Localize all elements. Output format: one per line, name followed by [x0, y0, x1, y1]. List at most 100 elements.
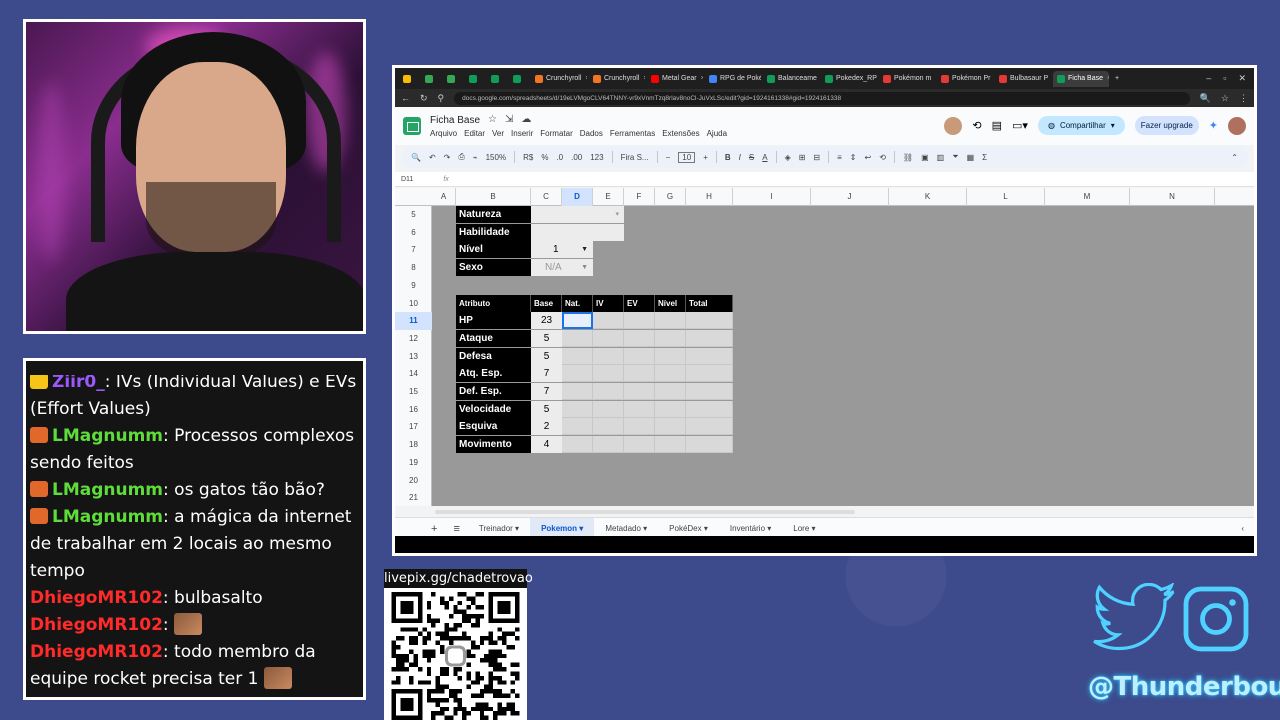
browser-tab[interactable]: RPG de Poké× — [705, 71, 761, 87]
browser-tab[interactable]: Pokémon Pr× — [937, 71, 993, 87]
attribute-value-cell[interactable] — [593, 383, 624, 400]
row-header[interactable]: 14 — [395, 365, 432, 383]
browser-tab[interactable]: Balanceame× — [763, 71, 819, 87]
attribute-base[interactable]: 23 — [531, 312, 562, 330]
column-header[interactable]: K — [889, 188, 967, 206]
functions-icon[interactable]: Σ — [982, 153, 987, 162]
row-header[interactable]: 19 — [395, 454, 432, 472]
attribute-value-cell[interactable] — [562, 418, 593, 436]
share-button[interactable]: ◍ Compartilhar ▾ — [1037, 116, 1125, 135]
tab-close-icon[interactable]: × — [585, 75, 587, 82]
meet-icon[interactable]: ▭▾ — [1012, 119, 1028, 132]
sheet-grid[interactable]: ABCDEFGHIJKLMN 5 6 7 8 9 10 11 12 13 14 15 16 17 18 19… — [395, 188, 1254, 506]
filter-icon[interactable]: ⏷ — [952, 152, 958, 162]
attribute-value-cell[interactable] — [624, 400, 655, 418]
align-icon[interactable]: ≡ — [837, 153, 842, 162]
chat-username[interactable]: LMagnumm — [52, 426, 163, 446]
attribute-value-cell[interactable] — [686, 365, 733, 383]
menu-item[interactable]: Ver — [492, 129, 504, 138]
menu-item[interactable]: Ferramentas — [610, 129, 655, 138]
attribute-value-cell[interactable] — [655, 312, 686, 330]
attribute-value-cell[interactable] — [624, 436, 655, 454]
decrease-decimal[interactable]: .0 — [556, 153, 563, 162]
attribute-value-cell[interactable] — [593, 312, 624, 330]
attribute-value-cell[interactable] — [655, 436, 686, 454]
bookmark-icon[interactable]: ☆ — [1221, 93, 1229, 104]
attribute-value-cell[interactable] — [686, 329, 733, 347]
filter-views-icon[interactable]: ▦ — [967, 153, 975, 162]
browser-tab[interactable] — [443, 71, 463, 87]
column-header[interactable]: M — [1045, 188, 1130, 206]
undo-icon[interactable]: ↶ — [429, 153, 436, 162]
row-header[interactable]: 17 — [395, 418, 432, 436]
attribute-base[interactable]: 2 — [531, 418, 562, 436]
more-formats[interactable]: 123 — [590, 153, 603, 162]
attribute-value-cell[interactable] — [624, 329, 655, 347]
link-icon[interactable]: ⛓ — [903, 153, 913, 162]
all-sheets-icon[interactable]: ≡ — [445, 523, 467, 535]
attribute-value-cell[interactable] — [562, 329, 593, 347]
italic-icon[interactable]: I — [739, 153, 741, 162]
browser-tab[interactable] — [465, 71, 485, 87]
close-window-icon[interactable]: ✕ — [1238, 73, 1246, 84]
site-info-icon[interactable]: ⚲ — [438, 93, 445, 104]
browser-tab[interactable] — [399, 71, 419, 87]
attribute-value-cell[interactable] — [593, 365, 624, 383]
scroll-tabs-icon[interactable]: ‹ — [1241, 524, 1254, 533]
maximize-icon[interactable]: ▫ — [1223, 73, 1226, 84]
attribute-value-cell[interactable] — [593, 329, 624, 347]
chat-username[interactable]: LMagnumm — [52, 507, 163, 527]
attribute-base[interactable]: 7 — [531, 383, 562, 400]
back-icon[interactable]: ← — [401, 93, 410, 103]
column-header[interactable]: L — [967, 188, 1045, 206]
attribute-value-cell[interactable] — [655, 329, 686, 347]
merge-icon[interactable]: ⊟ — [813, 153, 820, 162]
browser-tab[interactable]: Bulbasaur P× — [995, 71, 1051, 87]
row-header[interactable]: 11 — [395, 312, 432, 330]
chart-icon[interactable]: ▥ — [937, 153, 945, 162]
attribute-value-cell[interactable] — [624, 383, 655, 400]
attribute-base[interactable]: 4 — [531, 436, 562, 454]
menu-item[interactable]: Dados — [580, 129, 603, 138]
tab-close-icon[interactable]: × — [1107, 75, 1109, 82]
attribute-base[interactable]: 7 — [531, 365, 562, 383]
attribute-base[interactable]: 5 — [531, 347, 562, 365]
zoom-icon[interactable]: 🔍 — [1200, 93, 1211, 104]
row-header[interactable]: 8 — [395, 259, 432, 277]
row-header[interactable]: 15 — [395, 383, 432, 401]
percent-format[interactable]: % — [541, 153, 548, 162]
rotate-icon[interactable]: ⟲ — [879, 153, 886, 162]
browser-tab[interactable]: Pokémon m× — [879, 71, 935, 87]
browser-tab[interactable] — [509, 71, 529, 87]
attribute-value-cell[interactable] — [624, 312, 655, 330]
strikethrough-icon[interactable]: S — [749, 153, 754, 162]
attribute-value-cell[interactable] — [562, 400, 593, 418]
chat-username[interactable]: DhiegoMR102 — [30, 615, 163, 635]
column-header[interactable]: B — [456, 188, 531, 206]
attribute-value-cell[interactable] — [655, 383, 686, 400]
row-header[interactable]: 6 — [395, 224, 432, 242]
comment-icon[interactable]: ▣ — [921, 153, 929, 162]
attribute-value-cell[interactable] — [593, 418, 624, 436]
row-header[interactable]: 13 — [395, 348, 432, 366]
increase-decimal[interactable]: .00 — [571, 153, 582, 162]
browser-tab[interactable] — [421, 71, 441, 87]
sheets-logo-icon[interactable] — [403, 117, 421, 135]
attribute-value-cell[interactable] — [624, 365, 655, 383]
chat-username[interactable]: DhiegoMR102 — [30, 642, 163, 662]
upgrade-button[interactable]: Fazer upgrade — [1134, 116, 1199, 135]
column-header[interactable]: J — [811, 188, 889, 206]
new-tab-icon[interactable]: + — [1111, 71, 1123, 87]
menu-item[interactable]: Extensões — [662, 129, 699, 138]
sexo-dropdown[interactable]: N/A ▼ — [531, 259, 593, 277]
row-header[interactable]: 18 — [395, 436, 432, 454]
add-sheet-icon[interactable]: + — [423, 523, 445, 535]
currency-format[interactable]: R$ — [523, 153, 533, 162]
column-header[interactable]: D — [562, 188, 593, 206]
reload-icon[interactable]: ↻ — [420, 93, 428, 104]
chat-username[interactable]: DhiegoMR102 — [30, 588, 163, 608]
borders-icon[interactable]: ⊞ — [799, 153, 806, 162]
attribute-value-cell[interactable] — [593, 436, 624, 454]
menu-item[interactable]: Formatar — [540, 129, 572, 138]
column-header[interactable]: C — [531, 188, 562, 206]
